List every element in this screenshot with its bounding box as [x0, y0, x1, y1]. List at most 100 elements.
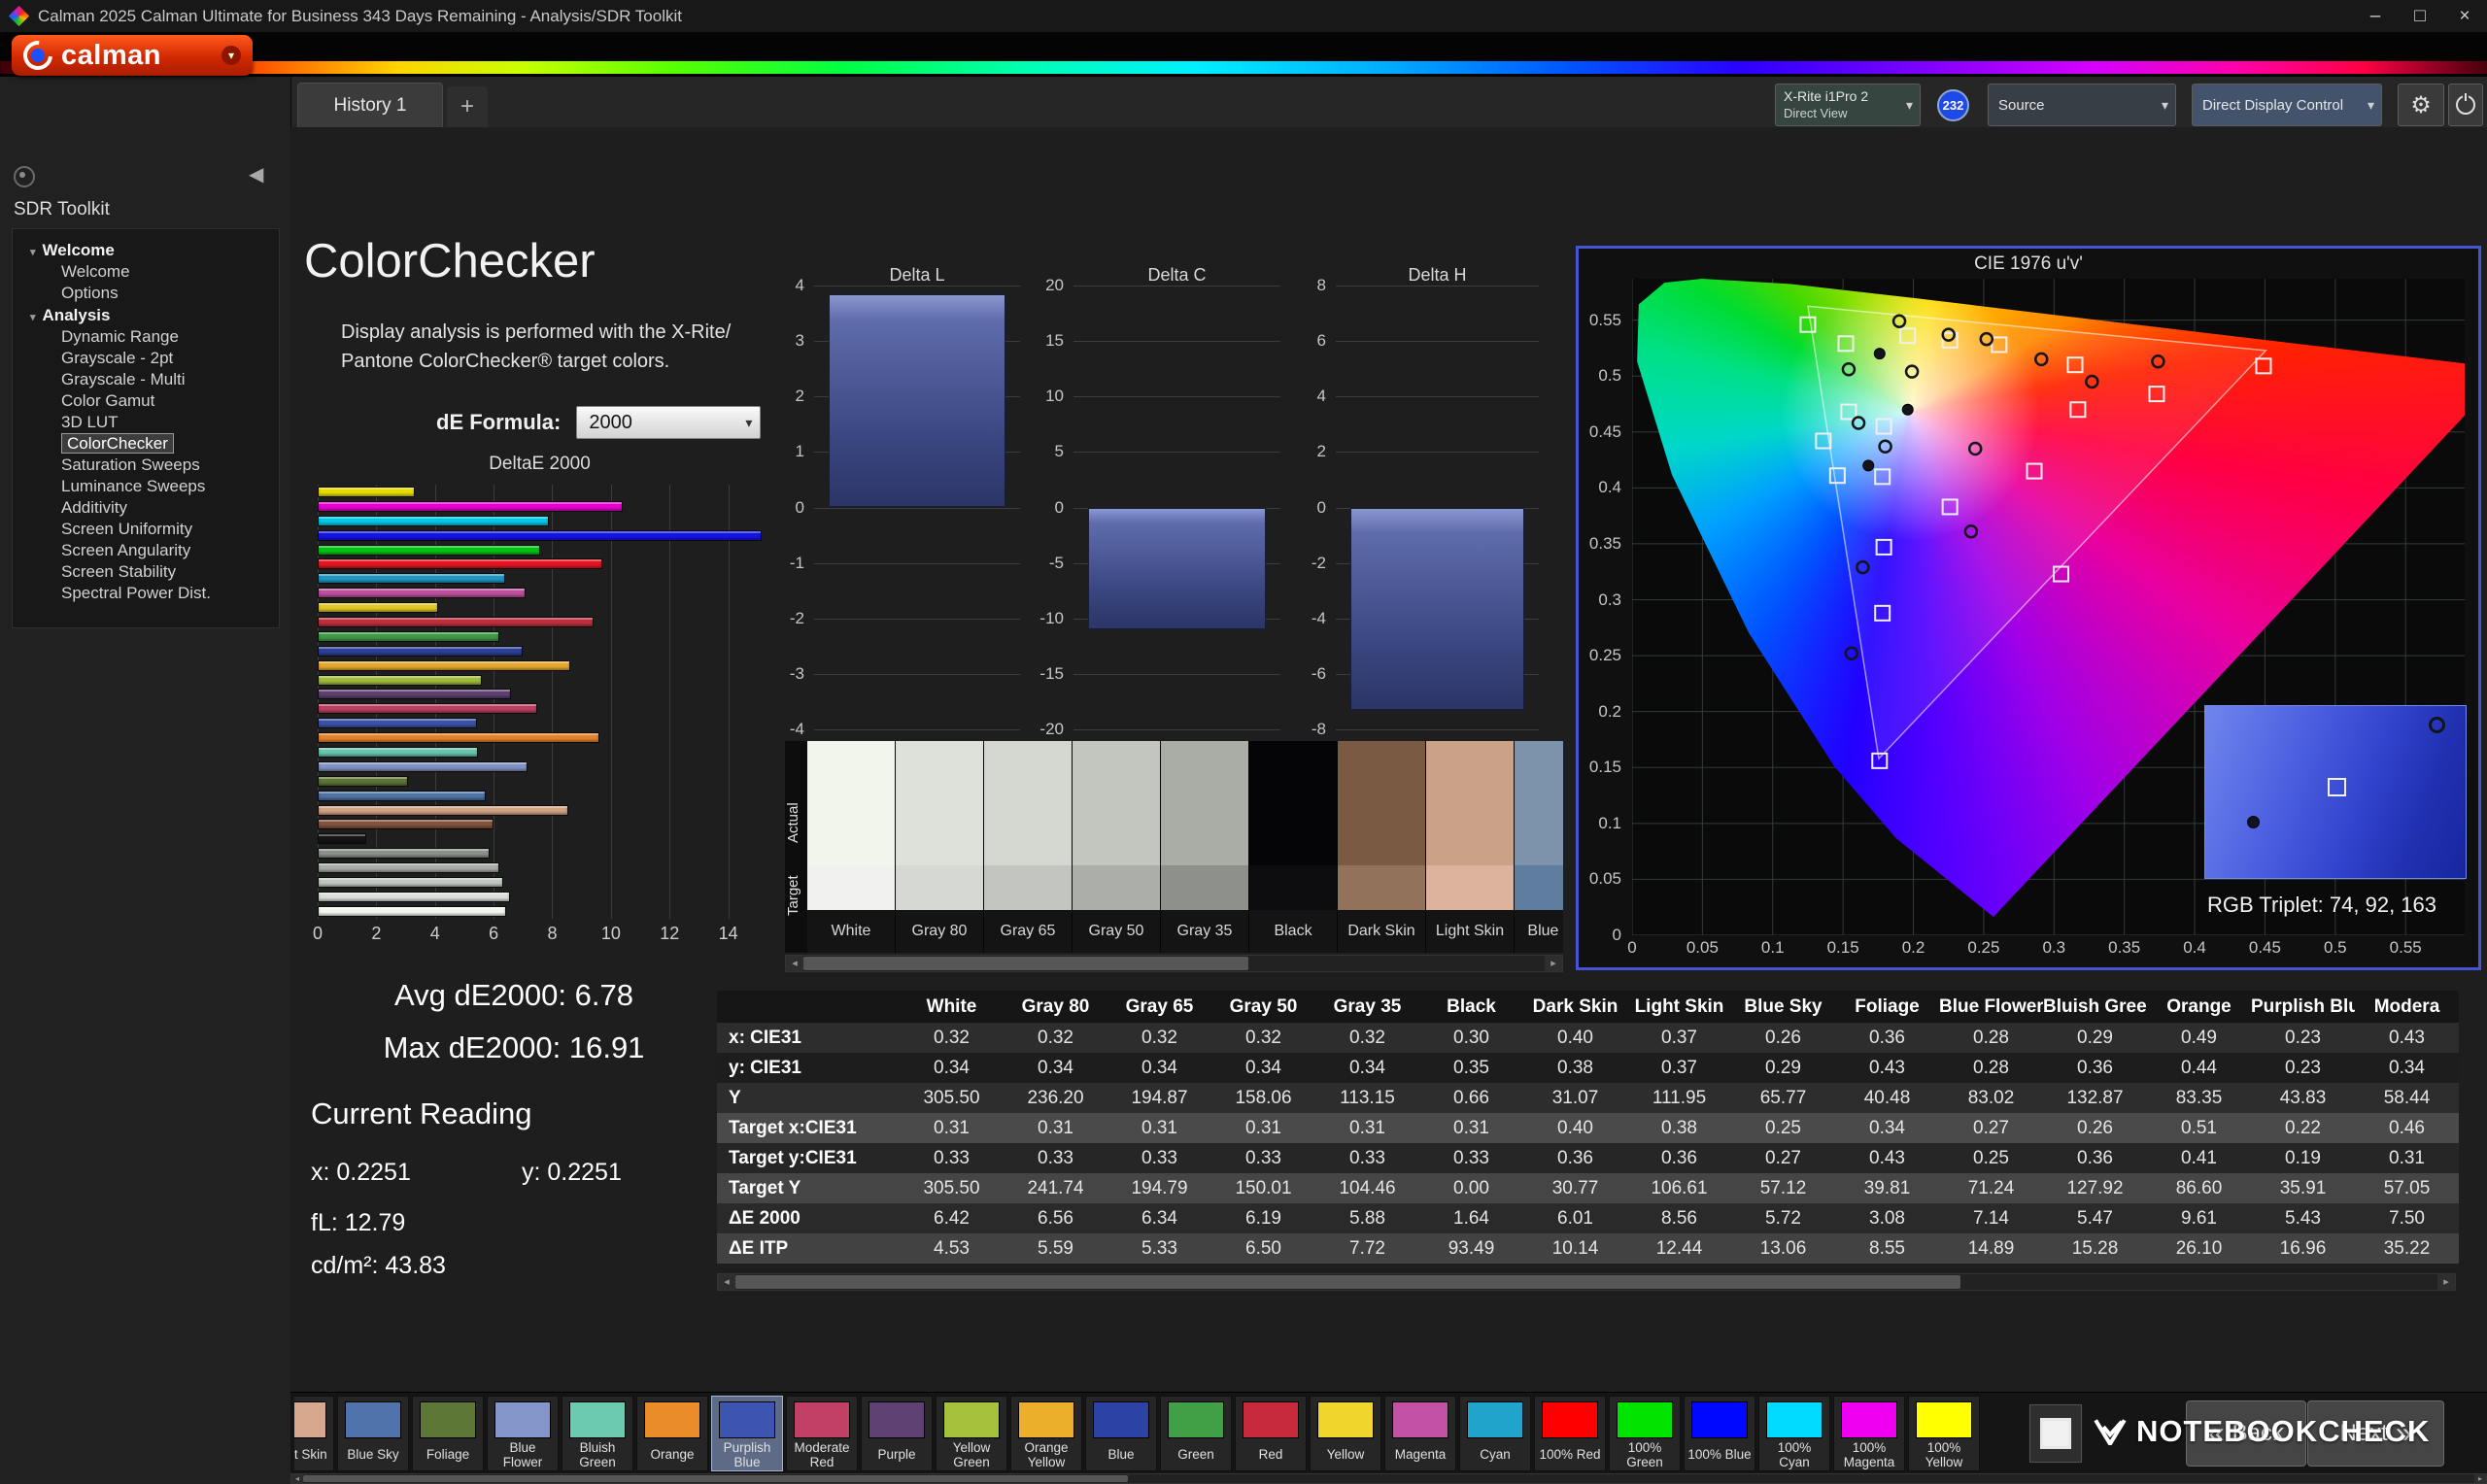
tick-label: 1 [796, 442, 804, 461]
delta-c-title: Delta C [1073, 265, 1280, 286]
scroll-left-icon[interactable]: ◂ [718, 1274, 735, 1290]
patch-button-yellow[interactable]: Yellow [1310, 1396, 1381, 1471]
patch-button-magenta[interactable]: Magenta [1384, 1396, 1456, 1471]
minimize-button[interactable]: – [2353, 0, 2398, 32]
meter-dropdown[interactable]: X-Rite i1Pro 2 Direct View ▾ [1775, 84, 1921, 126]
patch-button-moderate-red[interactable]: Moderate Red [786, 1396, 858, 1471]
scroll-thumb[interactable] [735, 1275, 1960, 1289]
patch-label: Light Skin [294, 1438, 329, 1470]
patch-button-yellow-green[interactable]: Yellow Green [936, 1396, 1007, 1471]
deltae-bar-blue-flower [318, 761, 528, 772]
bar-row [318, 833, 762, 844]
table-scrollbar[interactable]: ◂ ▸ [717, 1273, 2456, 1291]
patch-label: Purple [875, 1438, 917, 1470]
patch-button-red[interactable]: Red [1235, 1396, 1307, 1471]
scroll-right-icon[interactable]: ▸ [2437, 1274, 2455, 1290]
bar-row [318, 573, 762, 584]
table-row-label: x: CIE31 [717, 1028, 900, 1049]
display-control-dropdown[interactable]: Direct Display Control ▾ [2192, 84, 2382, 126]
scroll-left-icon[interactable]: ◂ [786, 956, 803, 971]
patch-button-cyan[interactable]: Cyan [1459, 1396, 1531, 1471]
scroll-thumb[interactable] [803, 957, 1248, 970]
add-tab-button[interactable]: + [447, 86, 488, 127]
app-window: Calman 2025 Calman Ultimate for Business… [0, 0, 2487, 1484]
sidebar-item-welcome[interactable]: Welcome [13, 261, 279, 283]
close-button[interactable]: × [2442, 0, 2487, 32]
next-button[interactable]: Next » [2307, 1400, 2444, 1467]
patch-button-orange[interactable]: Orange [636, 1396, 708, 1471]
patch-button-100-red[interactable]: 100% Red [1534, 1396, 1606, 1471]
patch-button-green[interactable]: Green [1160, 1396, 1232, 1471]
swatch-scrollbar[interactable]: ◂ ▸ [785, 955, 1563, 972]
deltae-bar-100-cyan [318, 516, 549, 526]
table-cell: 0.32 [1107, 1028, 1211, 1049]
page-scrollbar[interactable]: ◂ ▸ [290, 1473, 2487, 1484]
patch-button-blue[interactable]: Blue [1085, 1396, 1157, 1471]
power-button[interactable] [2448, 84, 2483, 126]
patch-button-blue-flower[interactable]: Blue Flower [487, 1396, 559, 1471]
logo-menu-caret-icon[interactable]: ▾ [221, 46, 241, 65]
pattern-window-button[interactable] [2029, 1404, 2082, 1463]
sidebar-item-options[interactable]: Options [13, 283, 279, 304]
sidebar-item-additivity[interactable]: Additivity [13, 497, 279, 519]
sidebar-item-dynamic-range[interactable]: Dynamic Range [13, 326, 279, 348]
sidebar-item-3d-lut[interactable]: 3D LUT [13, 412, 279, 433]
scroll-thumb[interactable] [303, 1475, 1128, 1482]
de-formula-dropdown[interactable]: 2000 ▾ [576, 406, 761, 439]
patch-swatch [1168, 1401, 1224, 1438]
patch-button-100-blue[interactable]: 100% Blue [1684, 1396, 1755, 1471]
bar-row [318, 732, 762, 743]
sidebar-item-screen-stability[interactable]: Screen Stability [13, 561, 279, 583]
calman-logo[interactable]: calman ▾ [12, 35, 253, 76]
patch-button-100-cyan[interactable]: 100% Cyan [1758, 1396, 1830, 1471]
sidebar-item-color-gamut[interactable]: Color Gamut [13, 390, 279, 412]
scroll-track[interactable] [735, 1274, 2437, 1290]
sidebar-collapse-button[interactable]: ◀ [249, 162, 263, 186]
patch-button-bluish-green[interactable]: Bluish Green [562, 1396, 633, 1471]
patch-button-foliage[interactable]: Foliage [412, 1396, 484, 1471]
source-dropdown[interactable]: Source ▾ [1988, 84, 2176, 126]
patch-button-blue-sky[interactable]: Blue Sky [337, 1396, 409, 1471]
maximize-button[interactable]: □ [2398, 0, 2442, 32]
swatch-actual [1161, 741, 1248, 865]
scroll-right-icon[interactable]: ▸ [2474, 1474, 2486, 1483]
sidebar-item-saturation-sweeps[interactable]: Saturation Sweeps [13, 455, 279, 476]
tick-label: 4 [796, 276, 804, 295]
sidebar-item-label: Welcome [61, 262, 130, 281]
sidebar-item-screen-angularity[interactable]: Screen Angularity [13, 540, 279, 561]
patch-swatch [644, 1401, 700, 1438]
sidebar-item-luminance-sweeps[interactable]: Luminance Sweeps [13, 476, 279, 497]
tab-history-1[interactable]: History 1 [297, 83, 443, 127]
deltae-bar-chart [318, 485, 762, 919]
scroll-left-icon[interactable]: ◂ [291, 1474, 303, 1483]
swatch-actual [1249, 741, 1337, 865]
sidebar-item-grayscale-multi[interactable]: Grayscale - Multi [13, 369, 279, 390]
inset-measurement-circle [2429, 717, 2445, 733]
sidebar-section-welcome[interactable]: ▾Welcome [13, 239, 279, 261]
table-cell: 7.72 [1315, 1238, 1419, 1260]
sidebar-item-colorchecker[interactable]: ColorChecker [13, 433, 279, 455]
scroll-track[interactable] [803, 956, 1545, 971]
table-row: Target x:CIE310.310.310.310.310.310.310.… [717, 1113, 2459, 1143]
cie-1976-chart-panel[interactable]: CIE 1976 u'v' 00.050.10.150.20.250.30.35… [1576, 246, 2481, 970]
table-header-cell: Blue Flower [1939, 996, 2043, 1018]
sidebar-section-analysis[interactable]: ▾Analysis [13, 304, 279, 326]
sidebar-item-screen-uniformity[interactable]: Screen Uniformity [13, 519, 279, 540]
scroll-right-icon[interactable]: ▸ [1545, 956, 1562, 971]
patch-button-orange-yellow[interactable]: Orange Yellow [1010, 1396, 1082, 1471]
patch-button-100-green[interactable]: 100% Green [1609, 1396, 1681, 1471]
tick-label: 0.4 [2183, 938, 2206, 958]
sidebar-item-grayscale-2pt[interactable]: Grayscale - 2pt [13, 348, 279, 369]
scroll-track[interactable] [303, 1474, 2474, 1483]
tick-label: 3 [796, 331, 804, 351]
record-icon[interactable] [14, 166, 35, 187]
back-button[interactable]: « Back [2186, 1400, 2306, 1467]
patch-button-purplish-blue[interactable]: Purplish Blue [711, 1396, 783, 1471]
patch-button-purple[interactable]: Purple [861, 1396, 933, 1471]
swatch-row-labels: Actual Target [785, 741, 807, 953]
settings-button[interactable]: ⚙ [2398, 84, 2444, 126]
patch-button-100-yellow[interactable]: 100% Yellow [1908, 1396, 1980, 1471]
sidebar-item-spectral-power-dist[interactable]: Spectral Power Dist. [13, 583, 279, 604]
patch-button-light-skin[interactable]: Light Skin [294, 1396, 334, 1471]
patch-button-100-magenta[interactable]: 100% Magenta [1833, 1396, 1905, 1471]
